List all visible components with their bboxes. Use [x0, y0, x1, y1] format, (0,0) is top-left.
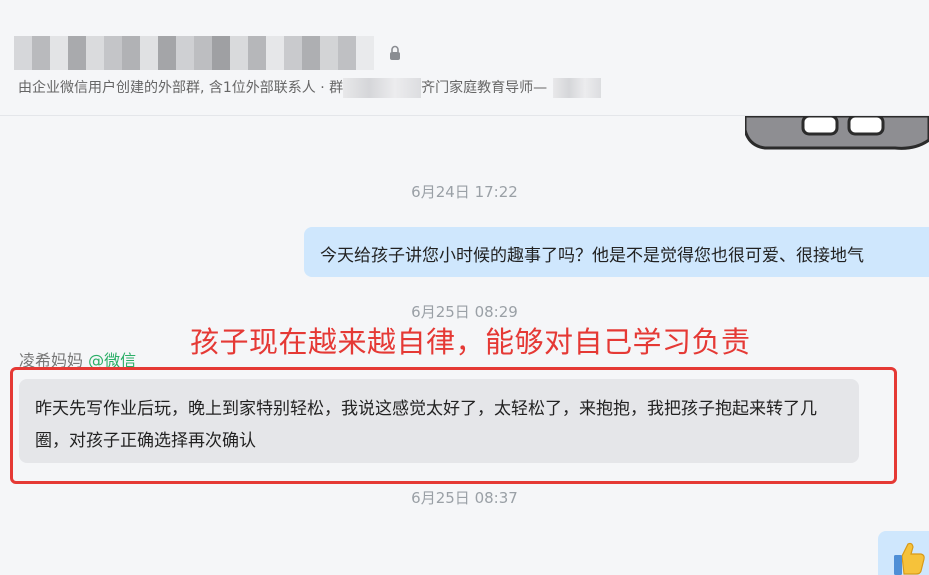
annotation-title: 孩子现在越来越自律，能够对自己学习负责: [190, 325, 751, 359]
timestamp: 6月25日 08:37: [411, 489, 518, 507]
timestamp: 6月24日 17:22: [411, 183, 518, 201]
redacted-name: [553, 78, 602, 98]
group-title-redacted: [14, 36, 374, 70]
lock-icon: [390, 45, 400, 60]
outgoing-message-bubble[interactable]: 今天给孩子讲您小时候的趣事了吗？他是不是觉得您也很可爱、很接地气: [304, 227, 929, 277]
chat-header: 由企业微信用户创建的外部群, 含1位外部联系人 · 群 齐门家庭教育导师—: [0, 0, 929, 116]
sticker-image[interactable]: [745, 116, 929, 152]
redacted-name: [343, 78, 422, 98]
annotation-highlight-box: [10, 367, 897, 484]
subtitle-suffix: 齐门家庭教育导师—: [421, 80, 548, 96]
subtitle-prefix: 由企业微信用户创建的外部群, 含1位外部联系人 · 群: [18, 80, 344, 96]
thumbs-up-emoji: [894, 542, 925, 575]
group-subtitle: 由企业微信用户创建的外部群, 含1位外部联系人 · 群 齐门家庭教育导师—: [18, 77, 602, 98]
